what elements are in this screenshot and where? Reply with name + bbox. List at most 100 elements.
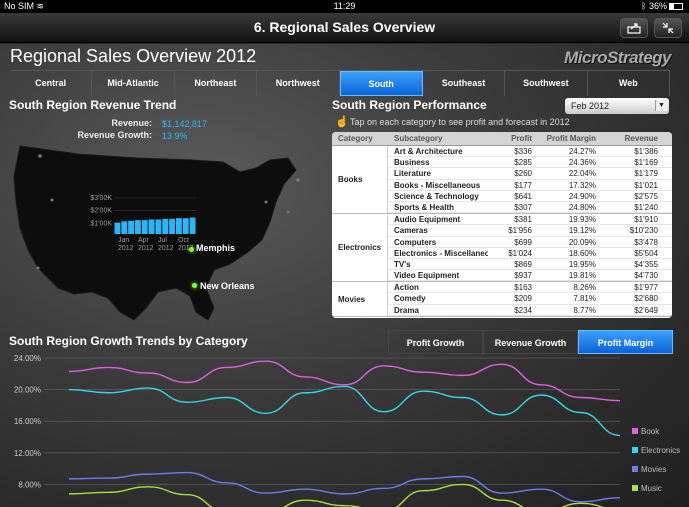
- legend-swatch: [632, 466, 638, 472]
- table-row[interactable]: Computers $699 20.09% $3'478: [388, 237, 672, 248]
- series-line-music: [68, 483, 605, 507]
- profit-cell: $869: [514, 259, 532, 269]
- category-name[interactable]: Electronics: [332, 214, 388, 282]
- tab-northwest[interactable]: Northwest: [257, 71, 340, 96]
- table-row[interactable]: Comedy $209 7.81% $2'680: [388, 293, 672, 305]
- subcategory-cell: Art & Architecture: [394, 147, 463, 156]
- month-select[interactable]: Feb 2012 ▼: [565, 98, 669, 114]
- subcategory-cell: Comedy: [394, 294, 426, 304]
- subcategory-cell: Science & Technology: [394, 191, 479, 201]
- table-row[interactable]: Audio Equipment $381 19.93% $1'910: [388, 214, 672, 226]
- revenue-cell: $1'386: [634, 147, 658, 156]
- margin-cell: 17.32%: [568, 180, 596, 190]
- mini-revenue-chart: $3'00K$2'00K$1'00KJan2012Apr2012Jul2012O…: [90, 195, 196, 252]
- revenue-cell: $1'021: [634, 180, 658, 190]
- category-group[interactable]: Books Art & Architecture $336 24.27% $1'386 B…: [332, 146, 672, 215]
- metric-toggle: Profit Growth Revenue Growth Profit Marg…: [388, 330, 673, 354]
- margin-cell: 24.27%: [568, 147, 596, 156]
- mini-x-tick: Oct: [178, 237, 189, 244]
- revenue-cell: $2'680: [634, 294, 658, 304]
- header-category: Category: [338, 134, 373, 143]
- mini-x-tick: Apr: [138, 237, 150, 244]
- nav-bar: 6. Regional Sales Overview: [0, 13, 689, 43]
- header-margin: Profit Margin: [546, 134, 596, 143]
- revenue-cell: $3'478: [634, 237, 658, 247]
- mini-bar: [135, 220, 141, 234]
- margin-cell: 19.93%: [568, 215, 596, 225]
- subcategory-cell: Drama: [394, 305, 419, 315]
- margin-cell: 8.26%: [573, 283, 596, 293]
- category-name[interactable]: Movies: [332, 282, 388, 316]
- profit-cell: $163: [514, 283, 532, 293]
- profit-cell: $937: [514, 271, 532, 281]
- memphis-marker[interactable]: [189, 247, 194, 252]
- table-row[interactable]: Drama $234 8.77% $2'649: [388, 305, 672, 316]
- subcategory-cell: Audio Equipment: [394, 215, 461, 225]
- margin-cell: 18.60%: [568, 248, 596, 258]
- category-group[interactable]: Movies Action $163 8.26% $1'977 Comedy $209 7.8…: [332, 282, 672, 317]
- y-tick-label: 16.00%: [14, 417, 41, 426]
- tab-northeast[interactable]: Northeast: [175, 71, 258, 96]
- revenue-cell: $5'504: [634, 248, 658, 258]
- table-row[interactable]: Electronics - Miscellaneo $1'024 18.60% $5'…: [388, 248, 672, 259]
- performance-title: South Region Performance: [332, 98, 487, 112]
- y-tick-label: 20.00%: [14, 386, 41, 395]
- header-revenue: Revenue: [624, 134, 658, 143]
- chevron-down-icon: ▼: [655, 100, 667, 111]
- legend-label: Book: [641, 427, 660, 436]
- table-row[interactable]: TV's $869 19.95% $4'355: [388, 259, 672, 271]
- mini-y-tick: $3'00K: [90, 195, 112, 202]
- collapse-icon: [662, 22, 674, 34]
- profit-cell: $699: [514, 237, 532, 247]
- subcategory-cell: Literature: [394, 169, 431, 179]
- hand-pointer-icon: ☝: [335, 116, 349, 128]
- month-value: Feb 2012: [571, 101, 610, 111]
- new-orleans-marker[interactable]: [192, 283, 197, 288]
- tab-mid-atlantic[interactable]: Mid-Atlantic: [92, 71, 175, 96]
- growth-trend-chart: 24.00%20.00%16.00%12.00%8.00%4.00%BookEl…: [14, 354, 680, 507]
- subcategory-cell: Video Equipment: [394, 271, 460, 281]
- revenue-trend-title: South Region Revenue Trend: [9, 98, 177, 112]
- margin-cell: 19.12%: [568, 226, 596, 236]
- tab-southwest[interactable]: Southwest: [505, 71, 588, 96]
- table-row[interactable]: Books - Miscellaneous $177 17.32% $1'021: [388, 180, 672, 191]
- table-row[interactable]: Business $285 24.36% $1'169: [388, 157, 672, 169]
- margin-cell: 19.95%: [568, 259, 596, 269]
- table-row[interactable]: Art & Architecture $336 24.27% $1'386: [388, 146, 672, 158]
- share-button[interactable]: [620, 18, 648, 38]
- profit-cell: $285: [514, 158, 532, 168]
- city-label-memphis: Memphis: [196, 243, 236, 253]
- table-row[interactable]: Action $163 8.26% $1'977: [388, 282, 672, 294]
- profit-cell: $1'956: [508, 226, 532, 236]
- table-body: Books Art & Architecture $336 24.27% $1'386 B…: [332, 146, 672, 317]
- mini-bar: [148, 219, 155, 234]
- profit-cell: $381: [514, 215, 532, 225]
- mini-x-tick: 2012: [118, 245, 134, 252]
- category-group[interactable]: Electronics Audio Equipment $381 19.93% $1'9…: [332, 214, 672, 283]
- battery-status: ᛒ 36%: [641, 0, 683, 13]
- subcategory-cell: TV's: [394, 259, 411, 269]
- revenue-growth-toggle[interactable]: Revenue Growth: [483, 330, 578, 354]
- tab-south[interactable]: South: [339, 71, 423, 96]
- clock: 11:29: [333, 1, 356, 11]
- tab-central[interactable]: Central: [10, 71, 93, 96]
- fullscreen-button[interactable]: [654, 18, 682, 38]
- profit-margin-toggle[interactable]: Profit Margin: [578, 330, 673, 354]
- table-row[interactable]: Video Equipment $937 19.81% $4'730: [388, 270, 672, 282]
- legend-swatch: [632, 485, 638, 491]
- table-row[interactable]: Science & Technology $641 24.90% $2'575: [388, 191, 672, 202]
- table-row[interactable]: Sports & Health $307 24.80% $1'240: [388, 202, 672, 214]
- performance-table: Category Subcategory Profit Profit Margi…: [332, 132, 672, 318]
- mini-bar: [121, 221, 128, 234]
- profit-cell: $177: [514, 180, 532, 190]
- mini-x-tick: Jul: [158, 237, 167, 244]
- tab-southeast[interactable]: Southeast: [423, 71, 506, 96]
- bluetooth-icon: ᛒ: [641, 1, 647, 11]
- profit-growth-toggle[interactable]: Profit Growth: [388, 330, 483, 354]
- header-profit: Profit: [511, 134, 532, 143]
- table-row[interactable]: Literature $260 22.04% $1'179: [388, 168, 672, 180]
- table-row[interactable]: Cameras $1'956 19.12% $10'230: [388, 225, 672, 237]
- category-name[interactable]: Books: [332, 146, 388, 214]
- tab-web[interactable]: Web: [588, 71, 670, 96]
- revenue-cell: $4'730: [634, 271, 658, 281]
